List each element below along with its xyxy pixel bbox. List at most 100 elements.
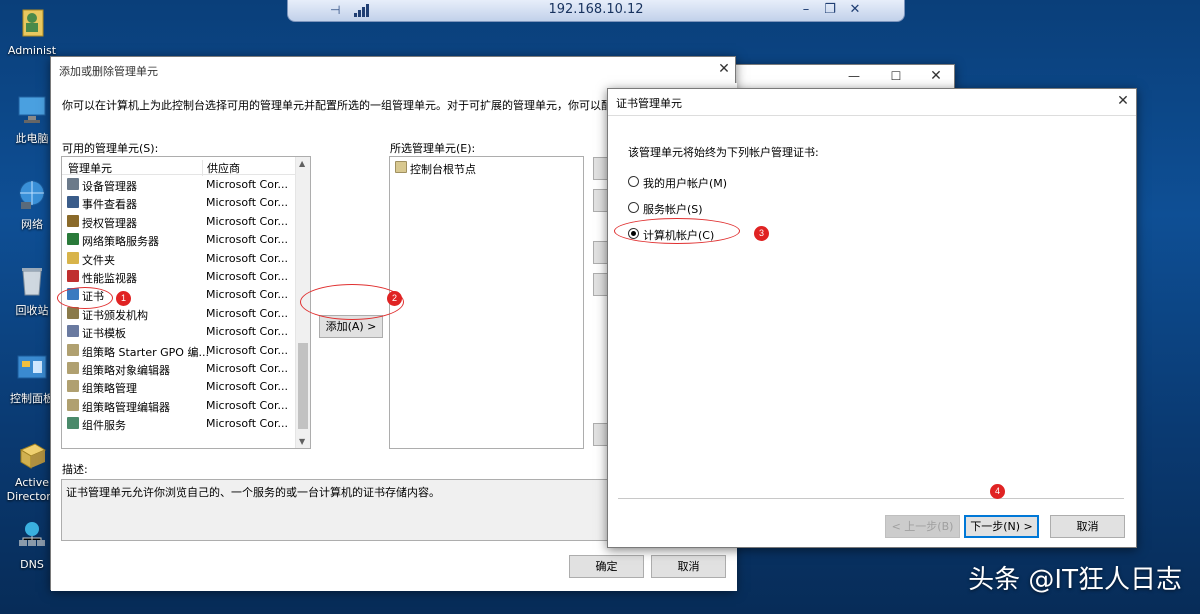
snapin-vendor: Microsoft Cor... bbox=[206, 196, 288, 210]
computer-icon bbox=[15, 92, 49, 126]
close-icon[interactable]: ✕ bbox=[1114, 93, 1132, 109]
selected-snapins-list[interactable]: 控制台根节点 bbox=[389, 156, 584, 449]
snapin-row[interactable]: 组件服务 Microsoft Cor... bbox=[62, 415, 298, 433]
snapin-icon bbox=[67, 325, 79, 338]
snapin-row[interactable]: 设备管理器 Microsoft Cor... bbox=[62, 176, 298, 194]
snapin-vendor: Microsoft Cor... bbox=[206, 233, 288, 247]
column-header-vendor[interactable]: 供应商 bbox=[202, 160, 240, 176]
snapin-row[interactable]: 组策略管理 Microsoft Cor... bbox=[62, 378, 298, 396]
annotation-ellipse bbox=[614, 218, 740, 244]
selected-snapins-label: 所选管理单元(E): bbox=[390, 142, 476, 155]
snapin-vendor: Microsoft Cor... bbox=[206, 417, 288, 431]
snapin-icon bbox=[67, 343, 79, 356]
snapin-icon bbox=[67, 417, 79, 430]
next-button[interactable]: 下一步(N) > bbox=[964, 515, 1039, 538]
certificate-snapin-dialog: 证书管理单元 ✕ 该管理单元将始终为下列帐户管理证书: 我的用户帐户(M) 服务… bbox=[607, 88, 1137, 548]
snapin-row[interactable]: 组策略管理编辑器 Microsoft Cor... bbox=[62, 397, 298, 415]
scroll-down-icon[interactable]: ▼ bbox=[299, 437, 305, 446]
snapin-row[interactable]: 性能监视器 Microsoft Cor... bbox=[62, 268, 298, 286]
control-panel-icon bbox=[15, 352, 49, 386]
snapin-vendor: Microsoft Cor... bbox=[206, 270, 288, 283]
description-box: 证书管理单元允许你浏览自己的、一个服务的或一台计算机的证书存储内容。 bbox=[61, 479, 621, 541]
watermark-text: 头条 @IT狂人日志 bbox=[968, 565, 1182, 595]
description-label: 描述: bbox=[62, 463, 88, 476]
snapin-name: 设备管理器 bbox=[82, 180, 137, 193]
close-icon[interactable]: ✕ bbox=[715, 61, 733, 77]
scroll-up-icon[interactable]: ▲ bbox=[299, 159, 305, 168]
snapin-icon bbox=[67, 380, 79, 393]
radio-service-account[interactable]: 服务帐户(S) bbox=[628, 200, 828, 216]
ok-button[interactable]: 确定 bbox=[569, 555, 644, 578]
snapin-icon bbox=[67, 214, 79, 227]
snapin-vendor: Microsoft Cor... bbox=[206, 380, 288, 394]
footer-divider bbox=[618, 498, 1124, 499]
dialog-title: 证书管理单元 bbox=[616, 97, 682, 110]
annotation-badge: 2 bbox=[387, 291, 402, 306]
list-header: 管理单元 供应商 bbox=[62, 157, 310, 176]
radio-button[interactable] bbox=[628, 176, 639, 187]
snapin-icon bbox=[67, 398, 79, 411]
cancel-button[interactable]: 取消 bbox=[651, 555, 726, 578]
snapin-vendor: Microsoft Cor... bbox=[206, 362, 288, 375]
snapin-icon bbox=[67, 196, 79, 209]
radio-my-user-account[interactable]: 我的用户帐户(M) bbox=[628, 174, 828, 190]
snapin-name: 组策略管理编辑器 bbox=[82, 400, 170, 414]
user-folder-icon bbox=[15, 6, 49, 40]
annotation-badge: 4 bbox=[990, 484, 1005, 499]
minimize-icon[interactable]: – bbox=[796, 1, 816, 19]
dialog-title: 添加或删除管理单元 bbox=[59, 65, 158, 78]
snapin-row[interactable]: 文件夹 Microsoft Cor... bbox=[62, 250, 298, 268]
list-item[interactable]: 控制台根节点 bbox=[390, 159, 583, 177]
snapin-vendor: Microsoft Cor... bbox=[206, 343, 288, 357]
snapin-name: 事件查看器 bbox=[82, 198, 137, 212]
minimize-icon[interactable]: — bbox=[845, 68, 863, 84]
snapin-rows: 设备管理器 Microsoft Cor... 事件查看器 Microsoft Cor.… bbox=[62, 176, 298, 448]
snapin-name: 授权管理器 bbox=[82, 216, 137, 230]
snapin-name: 组件服务 bbox=[82, 419, 126, 433]
snapin-icon bbox=[67, 178, 79, 190]
dialog-intro-text: 你可以在计算机上为此控制台选择可用的管理单元并配置所选的一组管理单元。对于可扩展… bbox=[62, 99, 617, 112]
account-prompt: 该管理单元将始终为下列帐户管理证书: bbox=[628, 146, 819, 159]
network-globe-icon bbox=[15, 178, 49, 212]
snapin-name: 性能监视器 bbox=[82, 272, 137, 285]
mmc-console-window: — ☐ ✕ bbox=[700, 64, 955, 90]
snapin-vendor: Microsoft Cor... bbox=[206, 325, 288, 339]
column-header-snapin[interactable]: 管理单元 bbox=[68, 160, 112, 176]
maximize-icon[interactable]: ☐ bbox=[887, 68, 905, 84]
snapin-vendor: Microsoft Cor... bbox=[206, 306, 288, 320]
dialog-titlebar: 添加或删除管理单元 ✕ bbox=[51, 57, 735, 83]
snapin-name: 组策略管理 bbox=[82, 382, 137, 396]
radio-label: 我的用户帐户(M) bbox=[643, 177, 728, 190]
snapin-vendor: Microsoft Cor... bbox=[206, 251, 288, 265]
snapin-vendor: Microsoft Cor... bbox=[206, 288, 288, 302]
snapin-icon bbox=[67, 251, 79, 264]
snapin-row[interactable]: 网络策略服务器 Microsoft Cor... bbox=[62, 231, 298, 249]
annotation-ellipse bbox=[57, 287, 113, 309]
available-snapins-label: 可用的管理单元(S): bbox=[62, 142, 159, 155]
desktop-icon-administrator[interactable]: Administ bbox=[2, 6, 62, 57]
snapin-row[interactable]: 授权管理器 Microsoft Cor... bbox=[62, 213, 298, 231]
snapin-icon bbox=[67, 362, 79, 374]
snapin-name: 文件夹 bbox=[82, 253, 115, 267]
snapin-icon bbox=[67, 233, 79, 246]
snapin-row[interactable]: 组策略对象编辑器 Microsoft Cor... bbox=[62, 360, 298, 378]
annotation-badge: 1 bbox=[116, 291, 131, 306]
restore-icon[interactable]: ❐ bbox=[820, 1, 840, 19]
scrollbar-thumb[interactable] bbox=[298, 343, 308, 429]
description-text: 证书管理单元允许你浏览自己的、一个服务的或一台计算机的证书存储内容。 bbox=[66, 486, 440, 499]
cancel-button[interactable]: 取消 bbox=[1050, 515, 1125, 538]
snapin-vendor: Microsoft Cor... bbox=[206, 398, 288, 412]
folder-icon bbox=[395, 161, 407, 173]
snapin-row[interactable]: 证书模板 Microsoft Cor... bbox=[62, 323, 298, 341]
snapin-row[interactable]: 组策略 Starter GPO 编... Microsoft Cor... bbox=[62, 342, 298, 360]
rdp-connection-bar: ⊣ 192.168.10.12 – ❐ ✕ bbox=[287, 0, 905, 22]
radio-label: 服务帐户(S) bbox=[643, 203, 703, 216]
snapin-name: 证书模板 bbox=[82, 327, 126, 341]
dialog-titlebar: 证书管理单元 ✕ bbox=[608, 89, 1136, 115]
back-button[interactable]: < 上一步(B) bbox=[885, 515, 960, 538]
snapin-row[interactable]: 事件查看器 Microsoft Cor... bbox=[62, 194, 298, 212]
radio-button[interactable] bbox=[628, 202, 639, 213]
close-icon[interactable]: ✕ bbox=[927, 68, 945, 84]
snapin-name: 证书颁发机构 bbox=[82, 308, 148, 322]
close-icon[interactable]: ✕ bbox=[845, 1, 865, 19]
